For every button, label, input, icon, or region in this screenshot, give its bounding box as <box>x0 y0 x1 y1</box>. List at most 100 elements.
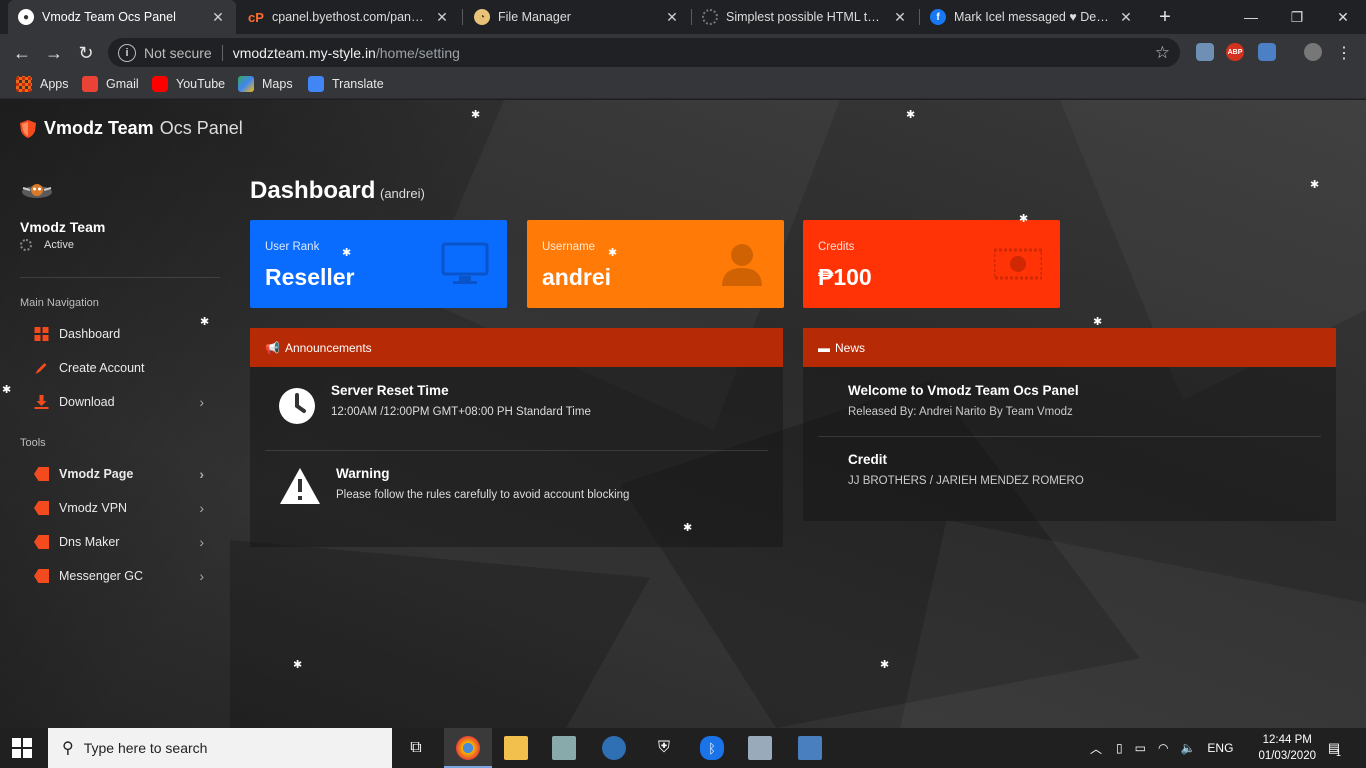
snowflake-icon: ✱ <box>683 522 693 534</box>
announcement-text: 12:00AM /12:00PM GMT+08:00 PH Standard T… <box>331 406 591 418</box>
chevron-right-icon: › <box>199 568 204 584</box>
bookmark-apps[interactable]: Apps <box>16 76 69 92</box>
bg-shape <box>900 520 1366 728</box>
info-icon[interactable]: i <box>118 43 136 62</box>
chevron-right-icon: › <box>199 394 204 410</box>
tab-file-manager[interactable]: ◔ File Manager ✕ <box>464 0 690 34</box>
bg-shape <box>230 540 650 728</box>
taskbar-search-input[interactable]: ⚲ Type here to search <box>48 728 392 768</box>
new-tab-button[interactable]: + <box>1148 0 1182 34</box>
sidebar-item-vmodz-page[interactable]: Vmodz Page › <box>34 463 204 485</box>
tab-title: Vmodz Team Ocs Panel <box>42 10 176 24</box>
chrome-icon[interactable] <box>456 736 480 760</box>
pencil-icon <box>35 363 47 374</box>
snowflake-icon: ✱ <box>471 109 481 121</box>
security-shield-icon[interactable]: ⛨ <box>652 736 676 760</box>
snowflake-icon: ✱ <box>2 384 12 396</box>
app-icon[interactable] <box>748 736 772 760</box>
avatar <box>22 184 52 198</box>
app-icon[interactable] <box>602 736 626 760</box>
dashboard-icon <box>34 327 49 341</box>
news-text: Released By: Andrei Narito By Team Vmodz <box>848 406 1073 418</box>
bookmark-star-icon[interactable]: ☆ <box>1155 43 1170 63</box>
clock-time: 12:44 PM <box>1262 734 1312 746</box>
bookmark-maps[interactable]: Maps <box>238 76 293 92</box>
brand-logo[interactable]: Vmodz Team Ocs Panel <box>20 118 243 139</box>
search-placeholder: Type here to search <box>83 740 208 756</box>
network-app-icon[interactable] <box>798 736 822 760</box>
file-manager-icon: ◔ <box>474 9 490 25</box>
page-subtitle: (andrei) <box>380 186 425 201</box>
file-explorer-icon[interactable] <box>504 736 528 760</box>
sidebar-item-create-account[interactable]: Create Account <box>34 357 204 379</box>
language-indicator[interactable]: ENG <box>1207 741 1233 755</box>
browser-toolbar: ← → ↻ i Not secure vmodzteam.my-style.in… <box>0 34 1366 71</box>
windows-start-icon[interactable] <box>12 738 32 758</box>
app-icon[interactable] <box>552 736 576 760</box>
panel-page: Vmodz Team Ocs Panel Vmodz Team Active M… <box>0 100 1366 728</box>
news-title: Welcome to Vmodz Team Ocs Panel <box>848 383 1079 398</box>
bookmark-translate[interactable]: Translate <box>308 76 384 92</box>
chevron-up-icon[interactable]: ︿ <box>1090 740 1102 757</box>
extension-icon[interactable] <box>1196 43 1214 61</box>
sidebar-item-vmodz-vpn[interactable]: Vmodz VPN › <box>34 497 204 519</box>
tab-vmodz-panel[interactable]: ● Vmodz Team Ocs Panel ✕ <box>8 0 236 34</box>
tab-facebook[interactable]: f Mark Icel messaged ♥ Dev_De ✕ <box>920 0 1144 34</box>
panel-heading: Announcements <box>284 340 372 355</box>
close-tab-icon[interactable]: ✕ <box>1118 9 1134 26</box>
profile-avatar[interactable] <box>1304 43 1322 61</box>
announcements-header: 📢 Announcements <box>250 328 783 367</box>
news-panel: ▬ News Welcome to Vmodz Team Ocs Panel R… <box>803 328 1336 521</box>
user-name: Vmodz Team <box>20 219 106 235</box>
maximize-icon[interactable]: ❐ <box>1274 0 1320 34</box>
minimize-icon[interactable]: — <box>1228 0 1274 34</box>
sidebar-item-label: Messenger GC <box>59 569 144 583</box>
volume-icon[interactable]: 🔈 <box>1180 741 1195 755</box>
close-tab-icon[interactable]: ✕ <box>210 9 226 26</box>
menu-icon[interactable]: ⋮ <box>1330 39 1358 67</box>
snowflake-icon: ✱ <box>880 659 890 671</box>
forward-icon[interactable]: → <box>40 39 68 67</box>
page-title: Dashboard <box>250 177 376 204</box>
close-window-icon[interactable]: ✕ <box>1320 0 1366 34</box>
tab-cpanel[interactable]: cP cpanel.byethost.com/panel/ind ✕ <box>238 0 460 34</box>
address-bar[interactable]: i Not secure vmodzteam.my-style.in /home… <box>108 38 1180 67</box>
close-tab-icon[interactable]: ✕ <box>664 9 680 26</box>
bookmark-youtube[interactable]: YouTube <box>152 76 225 92</box>
tab-html-template[interactable]: Simplest possible HTML templ ✕ <box>692 0 918 34</box>
snowflake-icon: ✱ <box>906 109 916 121</box>
adblock-icon[interactable]: ABP <box>1226 43 1244 61</box>
user-rank-card: User Rank Reseller <box>250 220 507 308</box>
card-value: ₱100 <box>818 264 872 290</box>
translate-ext-icon[interactable] <box>1258 43 1276 61</box>
bookmarks-bar: Apps Gmail YouTube Maps Translate <box>0 71 1366 99</box>
reload-icon[interactable]: ↻ <box>72 39 100 67</box>
notification-icon[interactable]: ▤ <box>1322 736 1346 760</box>
close-tab-icon[interactable]: ✕ <box>892 9 908 26</box>
bookmark-gmail[interactable]: Gmail <box>82 76 139 92</box>
loading-icon <box>702 9 718 25</box>
clock-date: 01/03/2020 <box>1258 750 1316 762</box>
taskbar-clock[interactable]: 12:44 PM 01/03/2020 <box>1258 732 1316 764</box>
sidebar-item-messenger-gc[interactable]: Messenger GC › <box>34 565 204 587</box>
sidebar-item-dashboard[interactable]: Dashboard <box>34 323 204 345</box>
bluetooth-icon[interactable]: ᛒ <box>700 736 724 760</box>
tag-icon <box>34 501 49 515</box>
back-icon[interactable]: ← <box>8 39 36 67</box>
battery-icon[interactable]: ▭ <box>1135 741 1146 755</box>
close-tab-icon[interactable]: ✕ <box>434 9 450 26</box>
sidebar-item-dns-maker[interactable]: Dns Maker › <box>34 531 204 553</box>
news-text: JJ BROTHERS / JARIEH MENDEZ ROMERO <box>848 475 1084 487</box>
bookmark-label: Maps <box>262 77 293 91</box>
user-icon <box>722 244 762 286</box>
sidebar-item-download[interactable]: Download › <box>34 391 204 413</box>
announcements-panel: 📢 Announcements Server Reset Time 12:00A… <box>250 328 783 547</box>
facebook-icon: f <box>930 9 946 25</box>
translate-icon <box>308 76 324 92</box>
tab-title: File Manager <box>498 10 571 24</box>
megaphone-icon: 📢 <box>265 340 280 355</box>
brand-bold: Vmodz Team <box>44 118 154 138</box>
wifi-icon[interactable]: ◠ <box>1158 741 1168 755</box>
task-view-icon[interactable]: ⧉ <box>404 736 428 760</box>
battery-saver-icon[interactable]: ▯ <box>1116 741 1123 755</box>
